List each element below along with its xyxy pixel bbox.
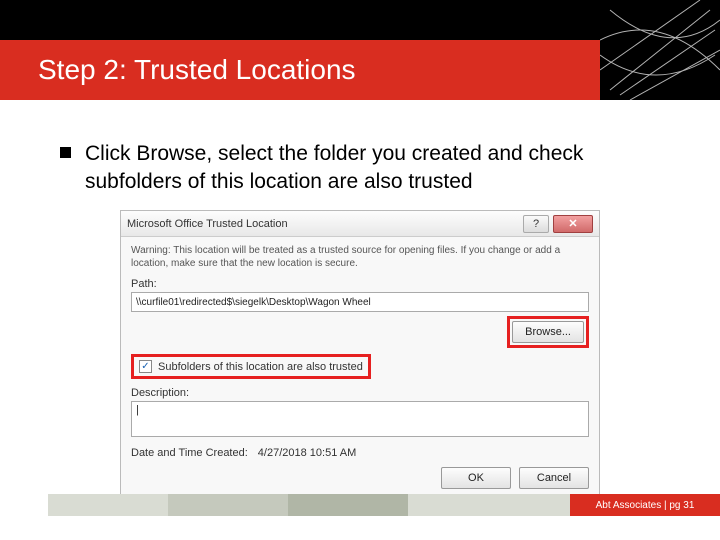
- help-button[interactable]: ?: [523, 215, 549, 233]
- date-label: Date and Time Created:: [131, 447, 248, 459]
- footer-seg-1: [48, 494, 168, 516]
- dialog-titlebar: Microsoft Office Trusted Location ? ✕: [121, 211, 599, 237]
- window-buttons: ? ✕: [523, 215, 593, 233]
- close-button[interactable]: ✕: [553, 215, 593, 233]
- slide-title: Step 2: Trusted Locations: [38, 54, 356, 86]
- date-value: 4/27/2018 10:51 AM: [258, 447, 356, 459]
- warning-text: Warning: This location will be treated a…: [131, 245, 589, 270]
- path-label: Path:: [131, 278, 589, 290]
- bullet-item: Click Browse, select the folder you crea…: [60, 140, 680, 197]
- footer-seg-2: [168, 494, 288, 516]
- corner-graphic: [600, 0, 720, 100]
- footer-seg-3: [288, 494, 408, 516]
- bullet-square-icon: [60, 147, 71, 158]
- description-label: Description:: [131, 387, 589, 399]
- content-area: Click Browse, select the folder you crea…: [0, 120, 720, 197]
- cancel-button[interactable]: Cancel: [519, 467, 589, 489]
- dialog-title: Microsoft Office Trusted Location: [127, 218, 288, 230]
- browse-button[interactable]: Browse...: [512, 321, 584, 343]
- bullet-text: Click Browse, select the folder you crea…: [85, 140, 680, 197]
- footer-pagenum: Abt Associates | pg 31: [570, 494, 720, 516]
- help-icon: ?: [533, 218, 539, 230]
- dialog-actions: OK Cancel: [131, 467, 589, 489]
- subfolders-label: Subfolders of this location are also tru…: [158, 361, 363, 373]
- ok-button[interactable]: OK: [441, 467, 511, 489]
- dialog-screenshot: Microsoft Office Trusted Location ? ✕ Wa…: [120, 210, 600, 500]
- dialog-body: Warning: This location will be treated a…: [121, 237, 599, 499]
- browse-highlight: Browse...: [507, 316, 589, 348]
- description-input[interactable]: |: [131, 401, 589, 437]
- close-icon: ✕: [568, 217, 577, 230]
- subfolders-checkbox[interactable]: ✓: [139, 360, 152, 373]
- footer-bar: Abt Associates | pg 31: [0, 494, 720, 516]
- footer-seg-4: [408, 494, 570, 516]
- subfolders-highlight: ✓ Subfolders of this location are also t…: [131, 354, 371, 379]
- path-input[interactable]: [131, 292, 589, 312]
- date-row: Date and Time Created: 4/27/2018 10:51 A…: [131, 447, 589, 459]
- trusted-location-dialog: Microsoft Office Trusted Location ? ✕ Wa…: [120, 210, 600, 500]
- check-icon: ✓: [141, 361, 149, 372]
